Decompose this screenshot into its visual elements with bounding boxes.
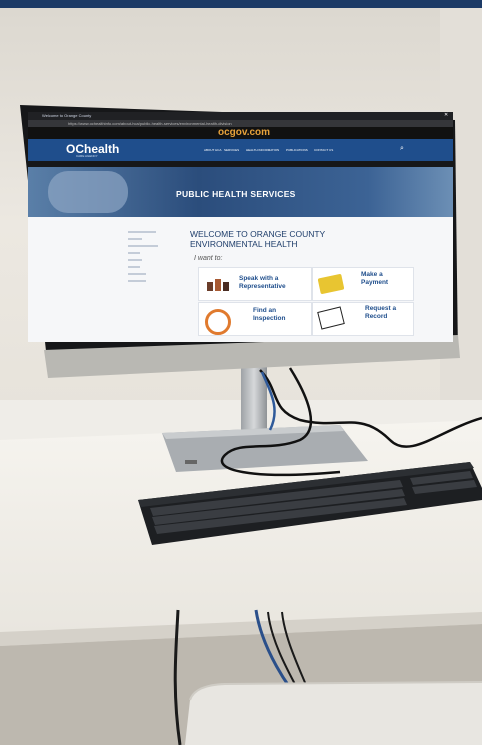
- option-find-inspection[interactable]: Find an Inspection: [198, 302, 312, 336]
- nav-contact[interactable]: CONTACT US: [314, 148, 333, 152]
- inspection-badge-icon: [205, 309, 231, 335]
- welcome-title-line2: ENVIRONMENTAL HEALTH: [190, 239, 298, 249]
- ocgov-banner: ocgov.com: [28, 127, 453, 139]
- option-request-record[interactable]: Request a Record: [312, 302, 414, 336]
- option-label: Inspection: [253, 315, 286, 322]
- option-speak-representative[interactable]: Speak with a Representative: [198, 267, 312, 301]
- browser-tab[interactable]: Welcome to Orange County: [42, 113, 91, 118]
- option-label: Find an: [253, 307, 277, 314]
- left-sidebar: [128, 229, 168, 299]
- browser-addressbar[interactable]: https://www.ochealthinfo.com/about-hca/p…: [28, 120, 453, 127]
- payment-card-icon: [317, 273, 345, 295]
- option-label: Make a: [361, 271, 383, 278]
- hero-banner: PUBLIC HEALTH SERVICES: [28, 167, 453, 217]
- hp-logo-icon: [185, 460, 197, 464]
- option-make-payment[interactable]: Make a Payment: [312, 267, 414, 301]
- option-label: Request a: [365, 305, 397, 312]
- browser-tabbar: Welcome to Orange County ✕: [28, 112, 453, 120]
- i-want-to-label: I want to:: [194, 255, 223, 262]
- welcome-title-line1: WELCOME TO ORANGE COUNTY: [190, 229, 326, 239]
- ocgov-logo[interactable]: ocgov.com: [218, 127, 270, 138]
- page-content: WELCOME TO ORANGE COUNTY ENVIRONMENTAL H…: [28, 217, 453, 342]
- option-label: Representative: [239, 283, 286, 290]
- document-icon: [317, 306, 345, 330]
- hero-title: PUBLIC HEALTH SERVICES: [176, 189, 296, 199]
- search-icon[interactable]: ⌕: [400, 145, 404, 153]
- nav-about[interactable]: ABOUT HCA: [204, 148, 221, 152]
- option-label: Payment: [361, 279, 389, 286]
- chair-back: [185, 682, 482, 745]
- hero-image: [48, 171, 128, 213]
- url-text: https://www.ochealthinfo.com/about-hca/p…: [68, 121, 232, 126]
- people-icon: [207, 276, 229, 292]
- nav-health-information[interactable]: HEALTH INFORMATION: [246, 148, 279, 152]
- chrome-close-icon[interactable]: ✕: [444, 112, 450, 118]
- nav-services[interactable]: SERVICES: [224, 148, 239, 152]
- monitor-screen: Welcome to Orange County ✕ https://www.o…: [28, 112, 453, 342]
- site-header: OChealth CARE AGENCY ABOUT HCA SERVICES …: [28, 139, 453, 161]
- nav-publications[interactable]: PUBLICATIONS: [286, 148, 308, 152]
- site-logo-subtext: CARE AGENCY: [76, 154, 98, 158]
- option-label: Speak with a: [239, 275, 279, 282]
- top-edge-strip: [0, 0, 482, 8]
- option-label: Record: [365, 313, 388, 320]
